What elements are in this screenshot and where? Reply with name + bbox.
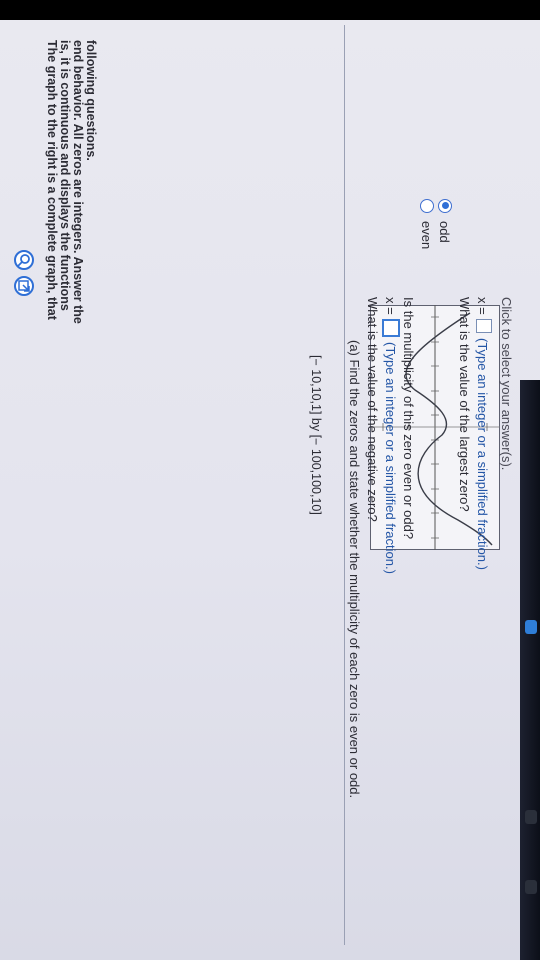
- negative-zero-input[interactable]: [382, 319, 400, 337]
- part-a-heading: (a) Find the zeros and state whether the…: [347, 340, 362, 799]
- popout-button[interactable]: [14, 276, 34, 296]
- magnify-button[interactable]: [14, 250, 34, 270]
- question-panel: The graph to the right is a complete gra…: [0, 0, 540, 960]
- question-multiplicity: Is the multiplicity of this zero even or…: [401, 297, 416, 540]
- largest-zero-input[interactable]: [476, 319, 492, 333]
- graph-window-caption: [− 10,10,1] by [− 100,100,10]: [309, 355, 323, 515]
- input-hint: (Type an integer or a simplified fractio…: [475, 338, 490, 570]
- divider: [344, 25, 345, 945]
- radio-selected-dot: [442, 202, 449, 209]
- intro-line-2: is, it is continuous and displays the fu…: [58, 40, 72, 311]
- intro-line-4: following questions.: [84, 40, 98, 161]
- answer-prefix: x =: [383, 297, 398, 315]
- answer-prefix: x =: [475, 297, 490, 315]
- popout-icon: [18, 280, 30, 292]
- question-largest-zero: What is the value of the largest zero?: [457, 297, 472, 512]
- input-hint: (Type an integer or a simplified fractio…: [383, 342, 398, 574]
- radio-odd[interactable]: [438, 199, 452, 213]
- footer-instruction: Click to select your answer(s).: [499, 297, 514, 471]
- magnify-icon: [17, 254, 30, 267]
- question-negative-zero: What is the value of the negative zero?: [365, 297, 380, 522]
- option-odd-label[interactable]: odd: [437, 221, 452, 243]
- intro-line-3: end behavior. All zeros are integers. An…: [71, 40, 85, 324]
- intro-line-1: The graph to the right is a complete gra…: [45, 40, 59, 320]
- radio-even[interactable]: [420, 199, 434, 213]
- option-even-label[interactable]: even: [419, 221, 434, 249]
